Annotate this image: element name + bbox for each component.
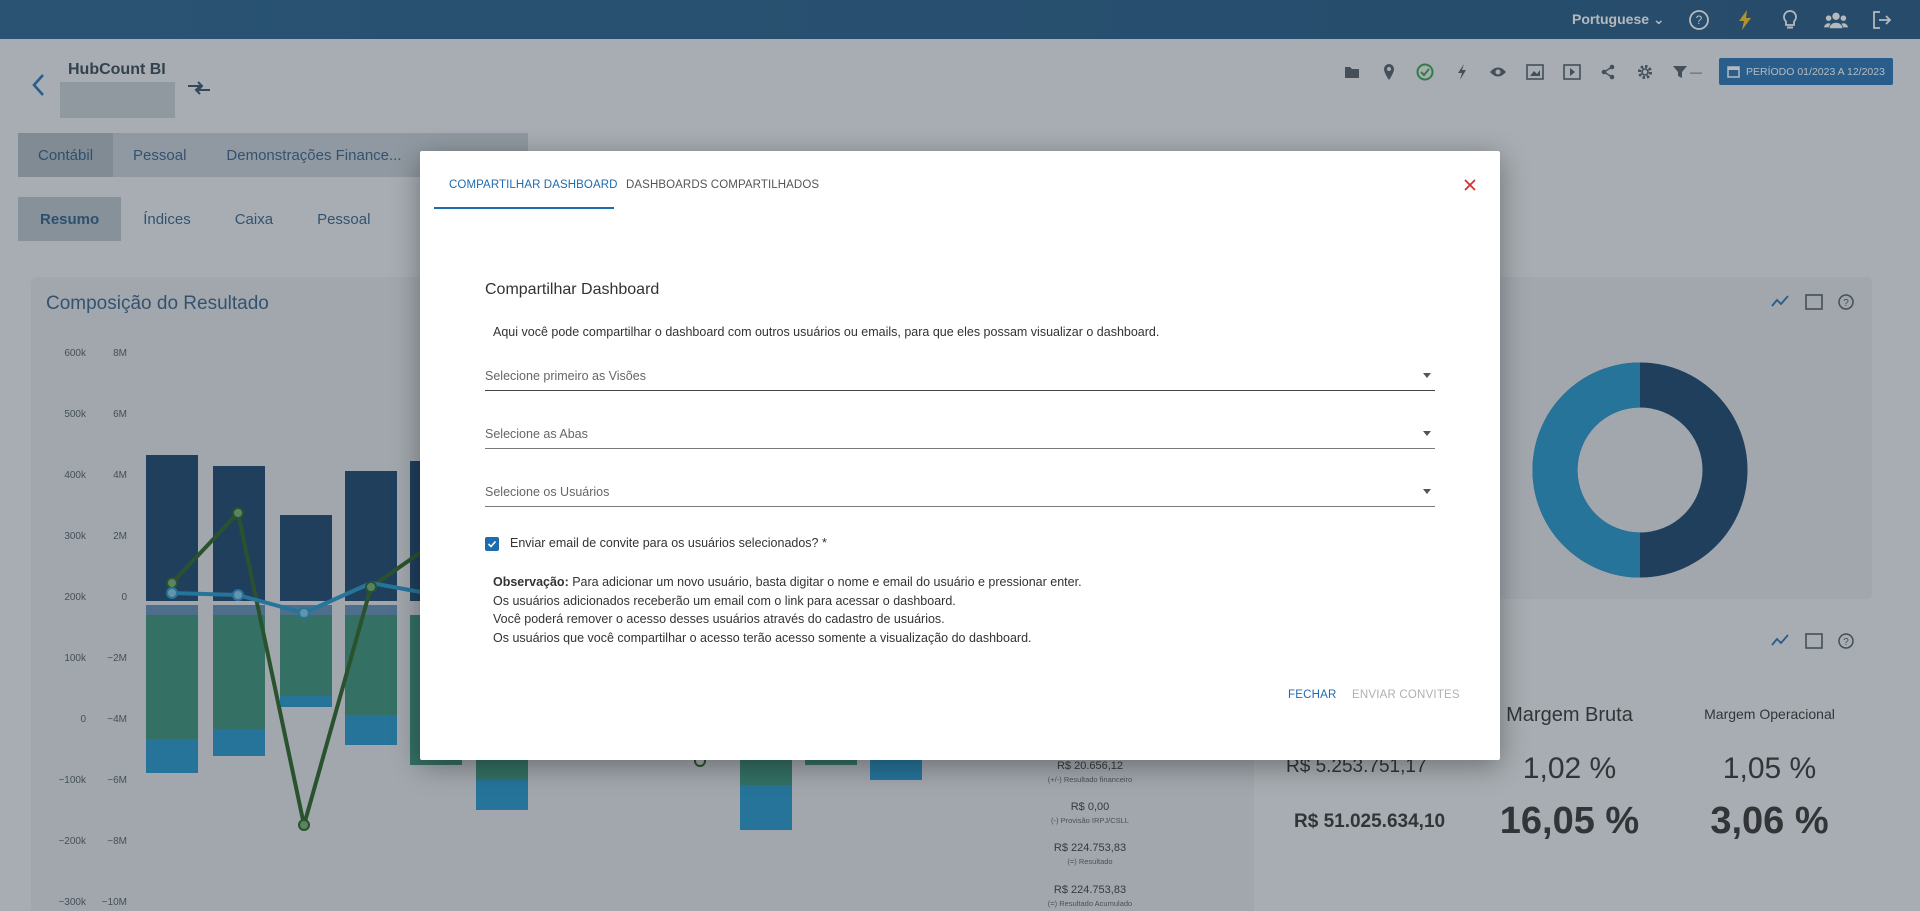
active-tab-indicator xyxy=(434,207,614,209)
note-line-3: Você poderá remover o acesso desses usuá… xyxy=(493,612,945,626)
note-line-1: Observação: Para adicionar um novo usuár… xyxy=(493,575,1393,589)
modal-heading: Compartilhar Dashboard xyxy=(485,281,660,298)
caret-down-icon xyxy=(1423,431,1431,436)
send-invites-button[interactable]: ENVIAR CONVITES xyxy=(1352,689,1460,701)
note-label: Observação: xyxy=(493,575,569,589)
tab-shared-dashboards[interactable]: DASHBOARDS COMPARTILHADOS xyxy=(626,179,819,191)
modal-description: Aqui você pode compartilhar o dashboard … xyxy=(493,325,1160,339)
tab-share-dashboard[interactable]: COMPARTILHAR DASHBOARD xyxy=(449,179,618,191)
note-line-4: Os usuários que você compartilhar o aces… xyxy=(493,631,1032,645)
select-users-placeholder: Selecione os Usuários xyxy=(485,485,610,499)
note-text: Para adicionar um novo usuário, basta di… xyxy=(572,575,1082,589)
select-views[interactable]: Selecione primeiro as Visões xyxy=(485,361,1435,391)
share-dashboard-modal: COMPARTILHAR DASHBOARD DASHBOARDS COMPAR… xyxy=(420,151,1500,760)
caret-down-icon xyxy=(1423,373,1431,378)
send-invite-checkbox[interactable] xyxy=(485,537,499,551)
close-button[interactable]: FECHAR xyxy=(1288,689,1336,701)
select-tabs-placeholder: Selecione as Abas xyxy=(485,427,588,441)
checkmark-icon xyxy=(487,540,497,548)
select-users[interactable]: Selecione os Usuários xyxy=(485,477,1435,507)
select-views-placeholder: Selecione primeiro as Visões xyxy=(485,369,646,383)
close-icon[interactable] xyxy=(1460,176,1480,196)
note-line-2: Os usuários adicionados receberão um ema… xyxy=(493,594,956,608)
select-tabs[interactable]: Selecione as Abas xyxy=(485,419,1435,449)
caret-down-icon xyxy=(1423,489,1431,494)
send-invite-label[interactable]: Enviar email de convite para os usuários… xyxy=(510,536,827,550)
